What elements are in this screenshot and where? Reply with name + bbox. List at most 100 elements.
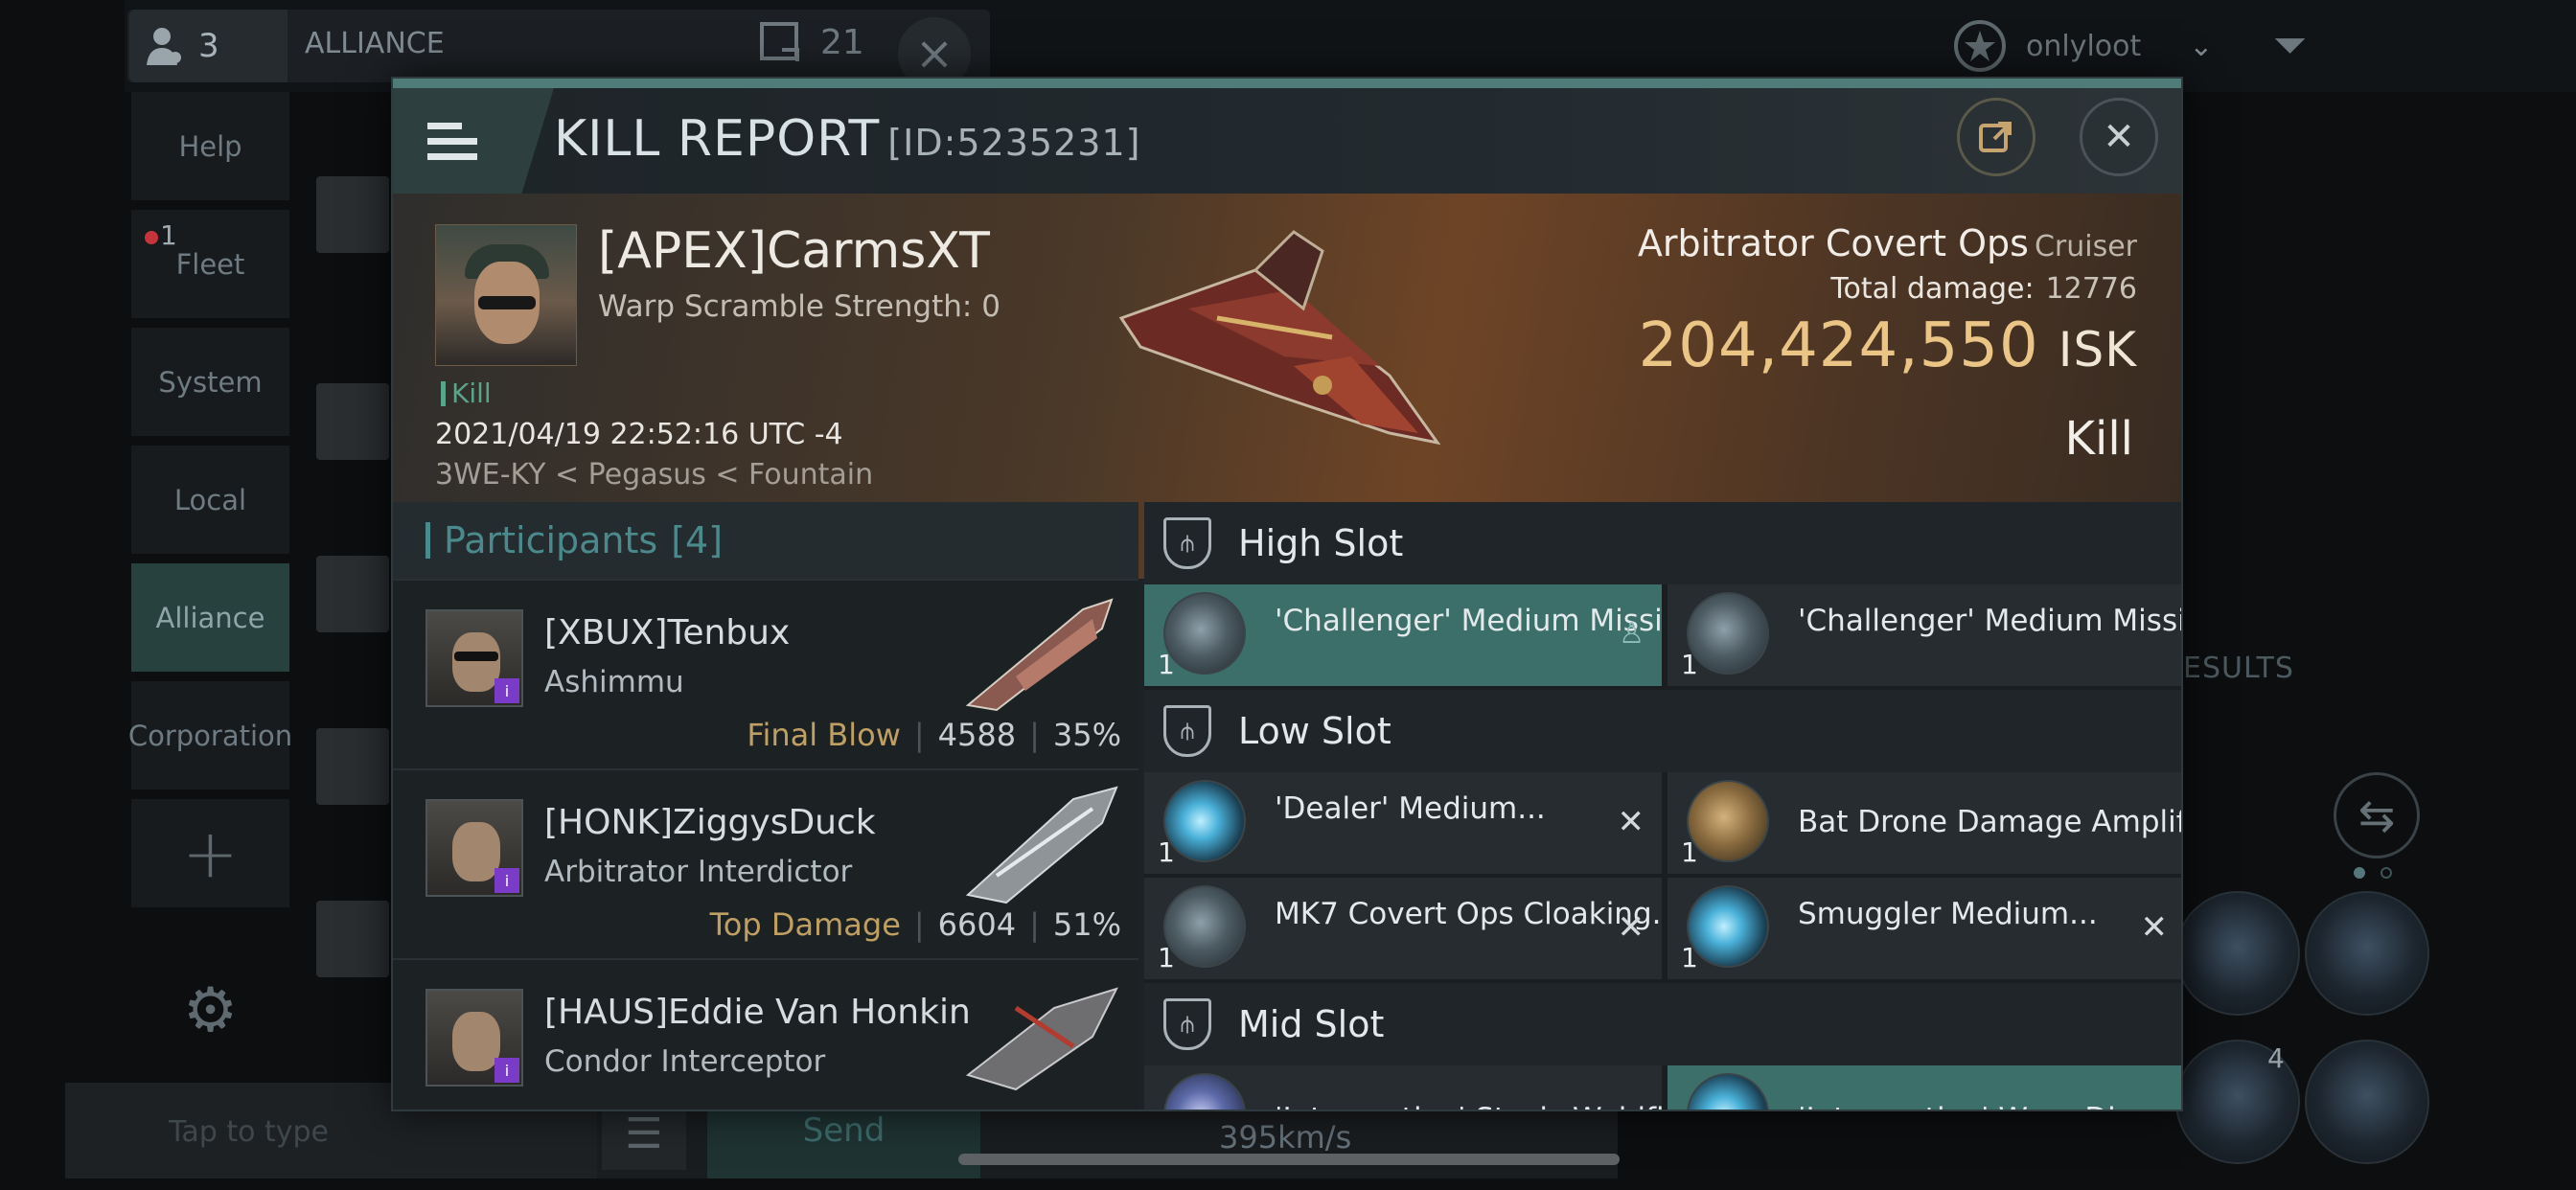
menu-icon: ☰ [625, 1109, 663, 1158]
settings-button[interactable]: ⚙ [131, 958, 289, 1064]
participant-damage: 6604 [937, 906, 1017, 943]
module-name: 'Dealer' Medium... [1275, 791, 1546, 826]
participant-stats: Top Damage | 6604 | 51% [709, 906, 1121, 943]
kill-result: Kill [2064, 412, 2133, 466]
participant-row[interactable]: i [XBUX]Tenbux Ashimmu Final Blow | 4588… [393, 579, 1138, 768]
participant-percent: 35% [1052, 717, 1121, 753]
kill-timestamp: 2021/04/19 22:52:16 UTC -4 [435, 418, 843, 451]
close-button[interactable]: ✕ [2080, 98, 2158, 176]
sidebar-item-fleet[interactable]: 1 Fleet [131, 210, 289, 318]
add-channel-button[interactable]: + [131, 799, 289, 907]
warp-scramble-strength: Warp Scramble Strength: 0 [598, 289, 1000, 324]
module-name: 'Challenger' Medium Missile ... [1275, 604, 1662, 638]
gear-icon: ⚙ [182, 975, 239, 1046]
module-item[interactable]: 1 'Interruptive' Stasis Webifier [1144, 1065, 1662, 1110]
module-qty: 1 [1158, 836, 1175, 868]
module-name: 'Interruptive' Warp Disruptor [1798, 1102, 2181, 1110]
module-button[interactable] [2305, 1040, 2429, 1164]
destroyed-icon: ✕ [2140, 908, 2169, 947]
total-damage-value: 12776 [2045, 272, 2137, 306]
drone-amplifier-icon [1687, 780, 1769, 862]
module-button[interactable] [2305, 891, 2429, 1016]
participant-name: [HONK]ZiggysDuck [544, 803, 876, 842]
participant-ship: Condor Interceptor [544, 1044, 826, 1079]
avatar[interactable] [316, 383, 389, 460]
filter-icon[interactable]: ⏷ [2273, 21, 2307, 70]
username: onlyloot [2026, 29, 2142, 63]
chevron-down-icon: ⌄ [2189, 29, 2214, 63]
module-qty: 1 [1158, 942, 1175, 973]
module-name: Bat Drone Damage Amplifier [1798, 805, 2183, 839]
module-item[interactable]: 1 MK7 Covert Ops Cloaking... ✕ [1144, 878, 1662, 979]
module-item[interactable]: 1 'Dealer' Medium... ✕ [1144, 772, 1662, 874]
speed-readout: 395km/s [1219, 1119, 1352, 1156]
smuggler-module-icon [1687, 885, 1769, 968]
home-indicator [958, 1154, 1620, 1165]
module-name: Smuggler Medium... [1798, 897, 2098, 931]
sidebar-item-label: Corporation [127, 719, 293, 752]
high-slot-header: ⫛ High Slot [1144, 502, 2181, 584]
kill-tag: Kill [441, 378, 492, 409]
participant-stats: Final Blow | 4588 | 35% [747, 717, 1121, 753]
member-count-button[interactable]: 3 [129, 10, 288, 82]
module-item[interactable]: 1 'Challenger' Medium Missile ... ♙ [1144, 584, 1662, 686]
sidebar-item-local[interactable]: Local [131, 446, 289, 554]
module-button[interactable] [2175, 891, 2300, 1016]
messages-button[interactable]: 21 [759, 21, 864, 63]
avatar[interactable] [316, 556, 389, 632]
module-item[interactable]: 1 Smuggler Medium... ✕ [1668, 878, 2181, 979]
participants-header: Participants [4] [393, 502, 1138, 579]
low-slot-icon: ⫛ [1163, 705, 1211, 757]
victim-ship-image[interactable] [1102, 213, 1466, 481]
participant-damage: 4588 [937, 717, 1017, 753]
corp-badge-icon: i [494, 1058, 519, 1083]
sidebar-item-corporation[interactable]: Corporation [127, 681, 293, 790]
mid-slot-header: ⫛ Mid Slot [1144, 983, 2181, 1065]
module-qty: 1 [1681, 942, 1698, 973]
kill-location[interactable]: 3WE-KY < Pegasus < Fountain [435, 458, 873, 492]
stasis-webifier-icon [1163, 1073, 1246, 1110]
avatar[interactable] [316, 728, 389, 805]
mid-slot-icon: ⫛ [1163, 998, 1211, 1050]
share-button[interactable] [1957, 98, 2036, 176]
avatar[interactable] [316, 901, 389, 977]
module-item[interactable]: 1 Bat Drone Damage Amplifier [1668, 772, 2183, 874]
page-indicator [2354, 867, 2392, 879]
members-icon [147, 28, 181, 65]
ship-name: Arbitrator Covert Ops [1637, 222, 2029, 264]
participant-row[interactable]: i [HONK]ZiggysDuck Arbitrator Interdicto… [393, 768, 1138, 958]
star-badge-icon [1954, 20, 2006, 72]
sidebar-item-help[interactable]: Help [131, 92, 289, 200]
sidebar-item-label: System [158, 365, 263, 399]
warp-disruptor-icon [1687, 1073, 1769, 1110]
victim-portrait[interactable] [435, 224, 577, 366]
corp-badge-icon: i [494, 678, 519, 703]
chat-sidebar: Help 1 Fleet System Local Alliance Corpo… [127, 92, 293, 1060]
isk-unit: ISK [2058, 322, 2137, 378]
sidebar-item-system[interactable]: System [131, 328, 289, 436]
participant-avatar: i [426, 609, 523, 707]
user-selector[interactable]: onlyloot ⌄ [1953, 19, 2213, 73]
notification-count: 1 [160, 219, 177, 251]
participants-panel: Participants [4] i [XBUX]Tenbux Ashimmu … [393, 502, 1138, 1110]
victim-name[interactable]: [APEX]CarmsXT [598, 222, 990, 280]
title-text: KILL REPORT [554, 110, 881, 168]
isk-amount: 204,424,550 [1638, 310, 2039, 381]
cloaking-device-icon [1163, 885, 1246, 968]
avatar[interactable] [316, 176, 389, 253]
participant-row[interactable]: i [HAUS]Eddie Van Honkin Condor Intercep… [393, 958, 1138, 1110]
module-item[interactable]: 1 'Interruptive' Warp Disruptor [1668, 1065, 2181, 1110]
sidebar-item-alliance[interactable]: Alliance [131, 563, 289, 672]
corp-badge-icon: i [494, 868, 519, 893]
slot-row: 1 'Interruptive' Stasis Webifier 1 'Inte… [1144, 1065, 2181, 1110]
participant-ship-image [965, 987, 1118, 1091]
swap-button[interactable]: ⇆ [2334, 772, 2420, 858]
slot-label: Low Slot [1238, 710, 1392, 752]
slot-label: Mid Slot [1238, 1003, 1385, 1045]
participant-percent: 51% [1052, 906, 1121, 943]
modal-title: KILL REPORT [ID:5235231] [554, 110, 1140, 168]
participant-name: [XBUX]Tenbux [544, 613, 791, 652]
module-item[interactable]: 1 'Challenger' Medium Missile ... [1668, 584, 2181, 686]
slot-row: 1 'Dealer' Medium... ✕ 1 Bat Drone Damag… [1144, 772, 2183, 874]
module-name: 'Interruptive' Stasis Webifier [1275, 1102, 1662, 1110]
